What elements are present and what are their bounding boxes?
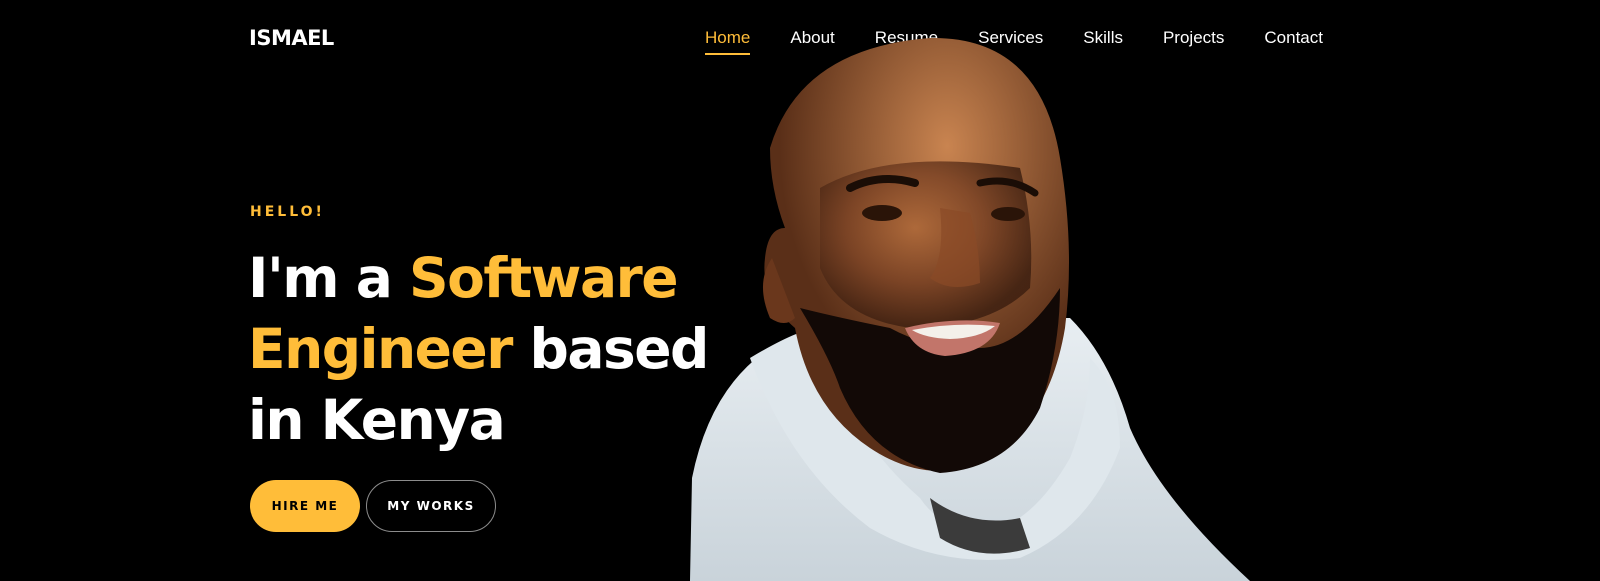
hero-buttons: HIRE ME MY WORKS bbox=[250, 480, 496, 532]
hire-me-button[interactable]: HIRE ME bbox=[250, 480, 360, 532]
page: ISMAEL Home About Resume Services Skills… bbox=[0, 0, 1600, 581]
hero-headline: I'm a Software Engineer based in Kenya bbox=[248, 243, 768, 456]
headline-accent-2: Engineer bbox=[248, 317, 513, 381]
site-logo[interactable]: ISMAEL bbox=[249, 26, 334, 50]
headline-accent-1: Software bbox=[409, 246, 678, 310]
my-works-button[interactable]: MY WORKS bbox=[366, 480, 496, 532]
portrait-photo bbox=[690, 37, 1250, 581]
headline-text-3: in Kenya bbox=[248, 388, 506, 452]
hero-subheading: HELLO! bbox=[250, 204, 325, 220]
headline-text-2: based bbox=[511, 317, 709, 381]
headline-text-1: I'm a bbox=[248, 246, 410, 310]
nav-contact[interactable]: Contact bbox=[1264, 28, 1323, 48]
